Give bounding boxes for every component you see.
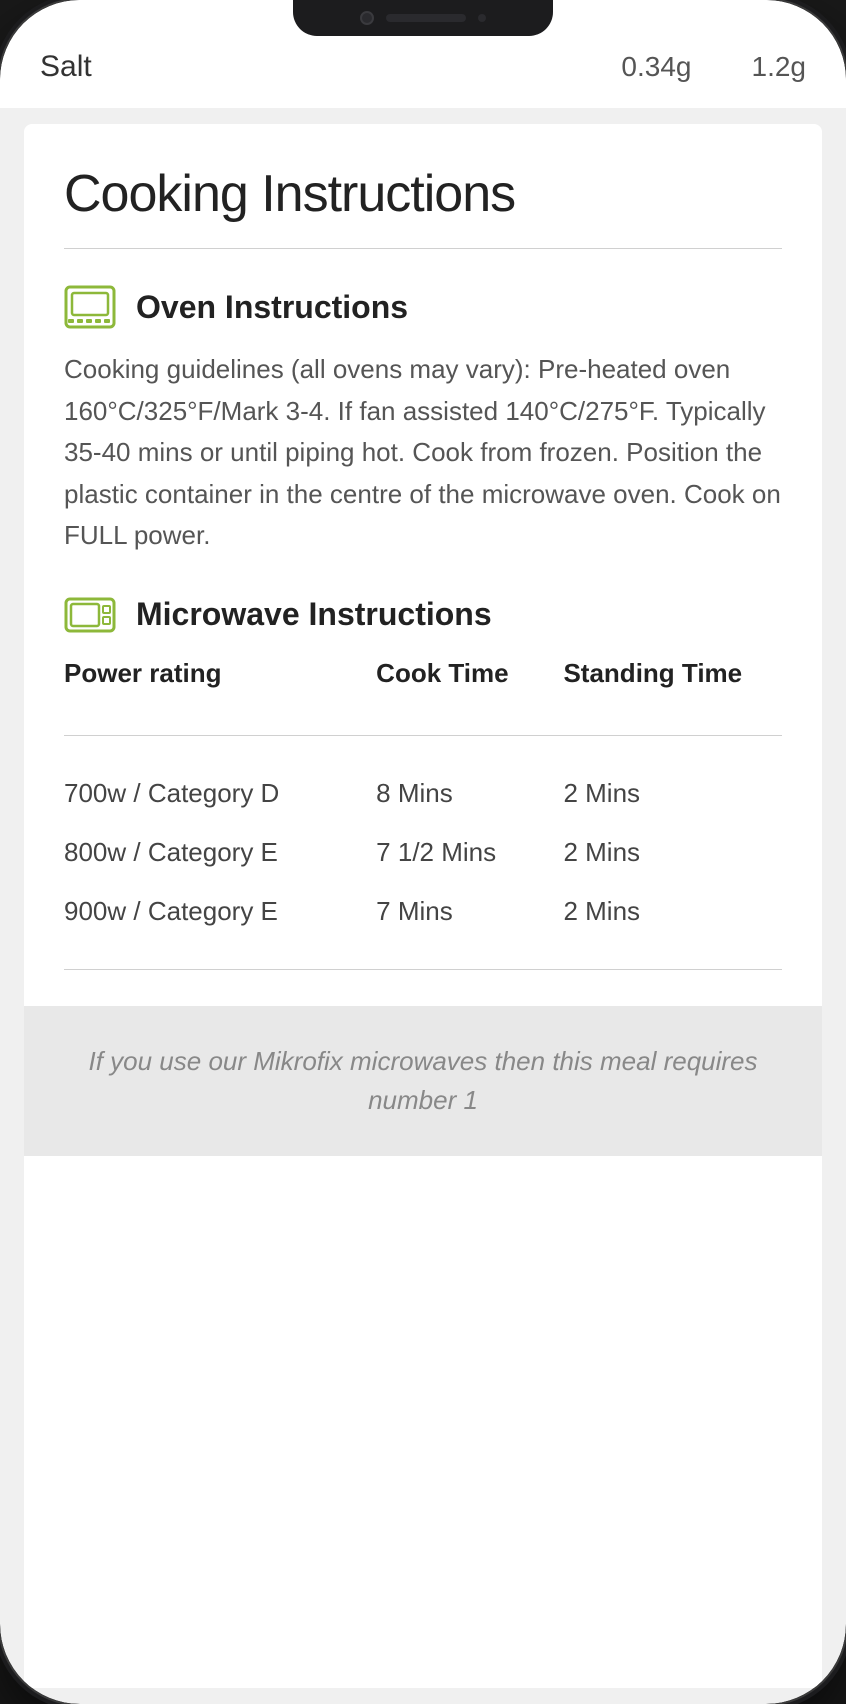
oven-header: Oven Instructions <box>64 285 782 329</box>
oven-icon <box>64 285 116 329</box>
table-header-row: Power rating Cook Time Standing Time <box>64 657 782 707</box>
footer-note: If you use our Mikrofix microwaves then … <box>24 1006 822 1156</box>
speaker <box>386 14 466 22</box>
row3-standing: 2 Mins <box>563 896 782 927</box>
microwave-icon <box>64 593 116 637</box>
row2-standing: 2 Mins <box>563 837 782 868</box>
row3-power: 900w / Category E <box>64 896 376 927</box>
sensor-dot <box>478 14 486 22</box>
table-row: 700w / Category D 8 Mins 2 Mins <box>64 764 782 823</box>
salt-values: 0.34g 1.2g <box>621 51 806 83</box>
row1-standing: 2 Mins <box>563 778 782 809</box>
front-camera <box>360 11 374 25</box>
page-title: Cooking Instructions <box>64 164 782 224</box>
oven-text: Cooking guidelines (all ovens may vary):… <box>64 349 782 557</box>
microwave-heading: Microwave Instructions <box>136 596 492 633</box>
salt-val1: 0.34g <box>621 51 691 83</box>
title-divider <box>64 248 782 249</box>
screen: Salt 0.34g 1.2g Cooking Instructions <box>0 0 846 1704</box>
header-power-rating: Power rating <box>64 657 376 691</box>
notch <box>293 0 553 36</box>
row3-cook: 7 Mins <box>376 896 563 927</box>
header-standing-time: Standing Time <box>563 657 782 691</box>
salt-val2: 1.2g <box>752 51 807 83</box>
content-area: Salt 0.34g 1.2g Cooking Instructions <box>0 0 846 1704</box>
row1-cook: 8 Mins <box>376 778 563 809</box>
row2-cook: 7 1/2 Mins <box>376 837 563 868</box>
main-card[interactable]: Cooking Instructions <box>24 124 822 1688</box>
header-cook-time: Cook Time <box>376 657 563 691</box>
table-row: 800w / Category E 7 1/2 Mins 2 Mins <box>64 823 782 882</box>
oven-heading: Oven Instructions <box>136 289 408 326</box>
microwave-header: Microwave Instructions <box>64 593 782 637</box>
footer-note-text: If you use our Mikrofix microwaves then … <box>64 1042 782 1120</box>
row2-power: 800w / Category E <box>64 837 376 868</box>
phone-frame: Salt 0.34g 1.2g Cooking Instructions <box>0 0 846 1704</box>
microwave-table: Power rating Cook Time Standing Time 700… <box>64 657 782 970</box>
table-divider-top <box>64 735 782 736</box>
microwave-instructions-block: Microwave Instructions Power rating Cook… <box>64 593 782 970</box>
table-row: 900w / Category E 7 Mins 2 Mins <box>64 882 782 941</box>
salt-label: Salt <box>40 50 92 84</box>
row1-power: 700w / Category D <box>64 778 376 809</box>
table-divider-bottom <box>64 969 782 970</box>
oven-instructions-block: Oven Instructions Cooking guidelines (al… <box>64 285 782 557</box>
